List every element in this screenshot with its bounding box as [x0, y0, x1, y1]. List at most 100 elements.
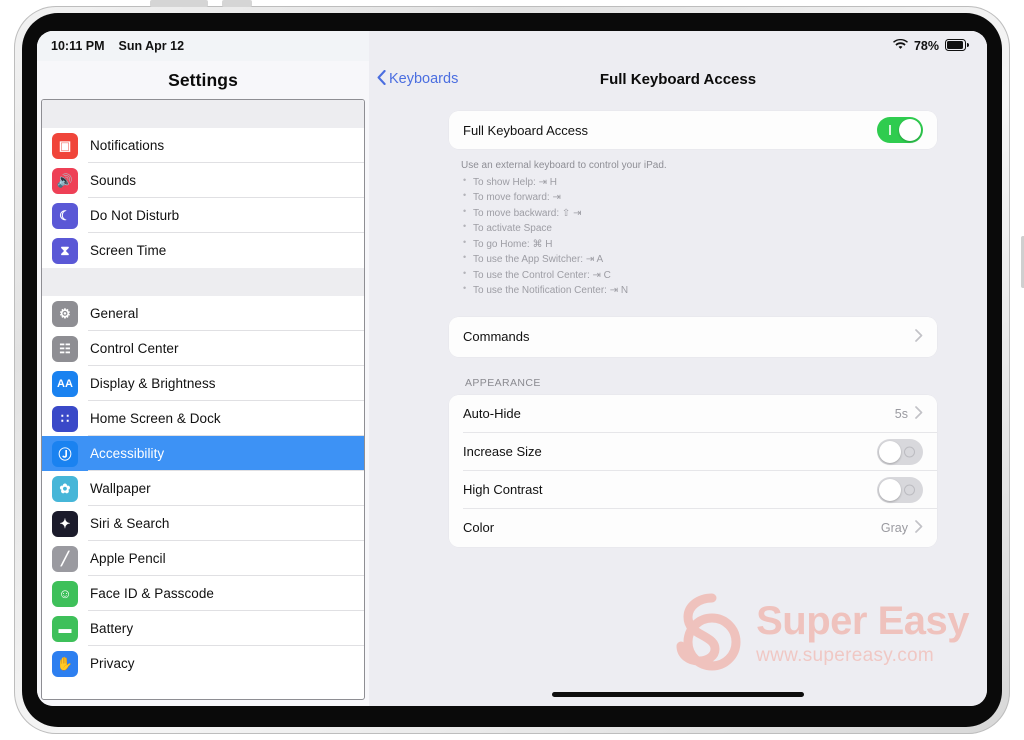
- sidebar-item-face-id-passcode[interactable]: ☺ Face ID & Passcode: [42, 576, 364, 611]
- sidebar-item-label: Display & Brightness: [90, 376, 216, 391]
- home-screen-dock-icon: ∷: [52, 405, 78, 432]
- help-shortcut-item: To use the Notification Center: ⇥ N: [461, 282, 937, 299]
- general-gear-icon: ⚙: [52, 300, 78, 327]
- sidebar-item-accessibility[interactable]: Ⓙ Accessibility: [42, 436, 364, 471]
- do-not-disturb-icon: ☾: [52, 202, 78, 229]
- row-label: Color: [463, 520, 495, 535]
- page-title: Settings: [168, 69, 238, 90]
- full-keyboard-access-toggle[interactable]: [877, 117, 923, 143]
- watermark-name: Super Easy: [756, 599, 969, 643]
- notifications-icon: ▣: [52, 132, 78, 159]
- sidebar-item-do-not-disturb[interactable]: ☾ Do Not Disturb: [42, 198, 364, 233]
- watermark-url: www.supereasy.com: [756, 645, 935, 666]
- settings-group: ▣ Notifications 🔊 Sounds ☾ Do Not Disturb ⧗ Scr…: [42, 128, 364, 268]
- appearance-row-color[interactable]: Color Gray: [449, 508, 937, 547]
- wallpaper-icon: ✿: [52, 475, 78, 502]
- row-label: High Contrast: [463, 482, 543, 497]
- detail-content: Full Keyboard Access Use an external key…: [369, 97, 987, 547]
- battery-percent: 78%: [913, 39, 939, 53]
- status-bar-right: 78%: [369, 31, 987, 61]
- list-top-gap: [42, 100, 364, 128]
- appearance-row-high-contrast[interactable]: High Contrast: [449, 470, 937, 509]
- full-keyboard-access-row[interactable]: Full Keyboard Access: [449, 111, 937, 149]
- sidebar-item-label: Wallpaper: [90, 481, 151, 496]
- sidebar-item-battery[interactable]: ▬ Battery: [42, 611, 364, 646]
- help-shortcut-list: To show Help: ⇥ HTo move forward: ⇥To mo…: [461, 174, 937, 299]
- sidebar-item-label: Apple Pencil: [90, 551, 166, 566]
- sidebar-item-privacy[interactable]: ✋ Privacy: [42, 646, 364, 681]
- device-top-edge-1: [150, 0, 208, 7]
- battery-settings-icon: ▬: [52, 615, 78, 642]
- sidebar-item-screen-time[interactable]: ⧗ Screen Time: [42, 233, 364, 268]
- chevron-right-icon: [915, 406, 923, 421]
- sidebar-item-label: General: [90, 306, 139, 321]
- sidebar-item-general[interactable]: ⚙ General: [42, 296, 364, 331]
- status-date: Sun Apr 12: [118, 39, 185, 53]
- ipad-screen: 10:11 PM Sun Apr 12 Settings ▣ Notificati…: [37, 31, 987, 706]
- detail-title: Full Keyboard Access: [599, 70, 757, 88]
- sidebar-item-apple-pencil[interactable]: ╱ Apple Pencil: [42, 541, 364, 576]
- help-shortcut-item: To show Help: ⇥ H: [461, 174, 937, 191]
- sidebar-item-sounds[interactable]: 🔊 Sounds: [42, 163, 364, 198]
- settings-group: ⚙ General ☷ Control Center AA Display & Brigh…: [42, 296, 364, 681]
- home-indicator[interactable]: [552, 692, 804, 697]
- status-time: 10:11 PM: [51, 39, 105, 53]
- screen-time-icon: ⧗: [52, 237, 78, 264]
- sounds-icon: 🔊: [52, 167, 78, 194]
- settings-sidebar: 10:11 PM Sun Apr 12 Settings ▣ Notificati…: [37, 31, 369, 706]
- sidebar-item-notifications[interactable]: ▣ Notifications: [42, 128, 364, 163]
- sidebar-item-label: Home Screen & Dock: [90, 411, 221, 426]
- sidebar-item-display-brightness[interactable]: AA Display & Brightness: [42, 366, 364, 401]
- row-value: 5s: [894, 406, 908, 421]
- help-lead: Use an external keyboard to control your…: [461, 160, 667, 171]
- sidebar-item-siri-search[interactable]: ✦ Siri & Search: [42, 506, 364, 541]
- sidebar-item-control-center[interactable]: ☷ Control Center: [42, 331, 364, 366]
- control-center-icon: ☷: [52, 335, 78, 362]
- sidebar-header: Settings: [37, 61, 369, 99]
- sidebar-item-label: Accessibility: [90, 446, 165, 461]
- appearance-section-header: APPEARANCE: [465, 376, 541, 389]
- row-label: Auto-Hide: [463, 406, 521, 421]
- help-shortcut-item: To move backward: ⇧ ⇥: [461, 205, 937, 222]
- toggle-knob: [879, 440, 901, 463]
- face-id-icon: ☺: [52, 580, 78, 607]
- sidebar-item-label: Battery: [90, 621, 134, 636]
- commands-row[interactable]: Commands: [449, 316, 937, 357]
- sidebar-item-label: Notifications: [90, 138, 165, 153]
- list-group-gap: [42, 268, 364, 296]
- accessibility-icon: Ⓙ: [52, 440, 78, 467]
- row-toggle[interactable]: [877, 476, 923, 503]
- back-button[interactable]: Keyboards: [377, 69, 459, 89]
- privacy-hand-icon: ✋: [52, 650, 78, 677]
- full-keyboard-access-card: Full Keyboard Access: [449, 111, 937, 149]
- appearance-row-increase-size[interactable]: Increase Size: [449, 432, 937, 471]
- status-bar-left: 10:11 PM Sun Apr 12: [37, 31, 369, 61]
- sidebar-item-wallpaper[interactable]: ✿ Wallpaper: [42, 471, 364, 506]
- chevron-left-icon: [377, 69, 386, 89]
- back-button-label: Keyboards: [389, 71, 459, 87]
- help-shortcut-item: To use the App Switcher: ⇥ A: [461, 251, 937, 268]
- appearance-row-auto-hide[interactable]: Auto-Hide 5s: [449, 394, 937, 433]
- commands-label: Commands: [463, 329, 530, 344]
- full-keyboard-access-label: Full Keyboard Access: [463, 122, 589, 138]
- row-label: Increase Size: [463, 444, 542, 459]
- help-shortcut-item: To activate Space: [461, 220, 937, 237]
- row-toggle[interactable]: [877, 438, 923, 465]
- device-top-edge-2: [222, 0, 252, 7]
- apple-pencil-icon: ╱: [52, 545, 78, 572]
- sidebar-item-label: Sounds: [90, 173, 137, 188]
- sidebar-item-label: Face ID & Passcode: [90, 586, 214, 601]
- help-text-block: Use an external keyboard to control your…: [449, 149, 937, 299]
- commands-card: Commands: [449, 316, 937, 357]
- toggle-knob: [879, 478, 901, 501]
- sidebar-item-label: Do Not Disturb: [90, 208, 180, 223]
- chevron-right-icon: [915, 329, 923, 344]
- battery-icon: [945, 38, 969, 54]
- sidebar-item-label: Screen Time: [90, 243, 167, 258]
- detail-nav-bar: Keyboards Full Keyboard Access: [369, 61, 987, 97]
- chevron-right-icon: [915, 520, 923, 535]
- settings-list[interactable]: ▣ Notifications 🔊 Sounds ☾ Do Not Disturb ⧗ Scr…: [41, 99, 365, 700]
- sidebar-item-label: Privacy: [90, 656, 135, 671]
- siri-search-icon: ✦: [52, 510, 78, 537]
- sidebar-item-home-screen-dock[interactable]: ∷ Home Screen & Dock: [42, 401, 364, 436]
